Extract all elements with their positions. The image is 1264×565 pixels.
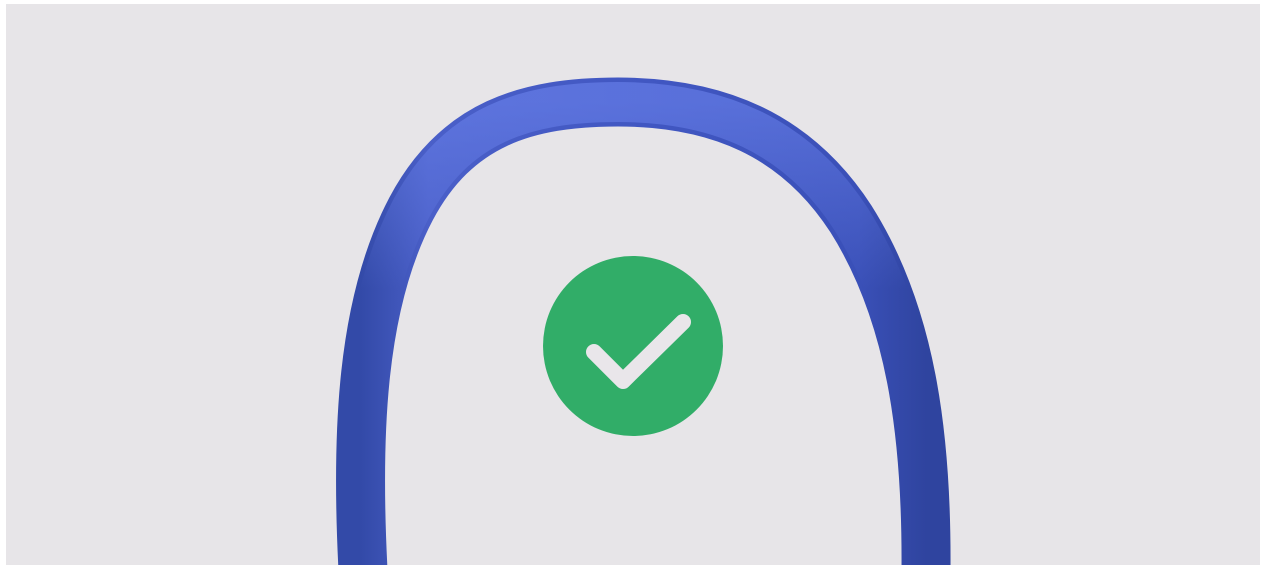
success-badge: [543, 256, 723, 436]
success-illustration: [6, 4, 1260, 565]
success-badge-circle: [543, 256, 723, 436]
illustration-frame: [6, 4, 1260, 565]
